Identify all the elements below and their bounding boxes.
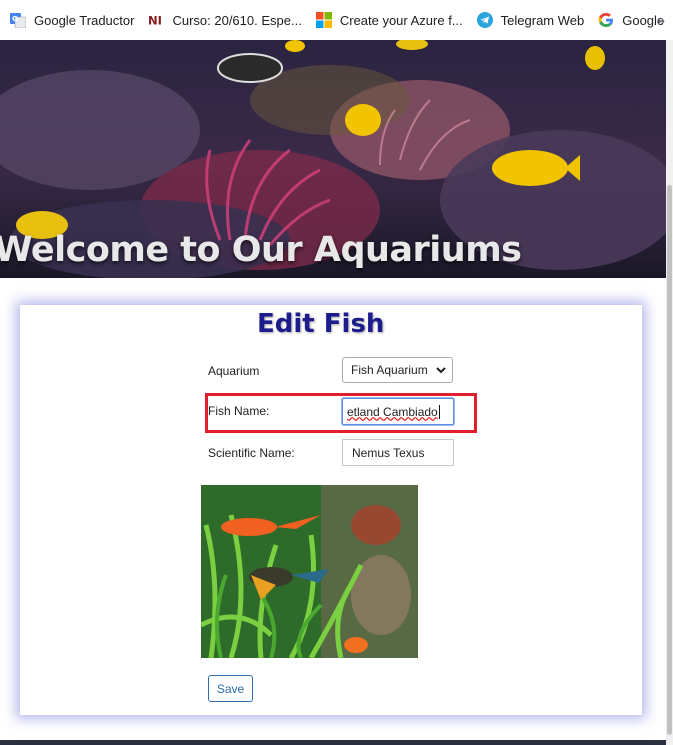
hero-banner: Welcome to Our Aquariums [0,40,666,278]
ni-logo-icon: NI [148,12,164,28]
aquarium-label: Aquarium [208,364,260,378]
svg-text:NI: NI [148,13,162,27]
page-title: Edit Fish [257,309,385,339]
telegram-icon [476,12,493,28]
bookmark-label: Curso: 20/610. Espe... [172,12,302,28]
chevron-down-icon [435,363,447,380]
save-button[interactable]: Save [208,675,253,702]
bookmark-google[interactable]: Google [598,12,664,28]
google-g-icon [598,12,614,28]
google-translate-icon: G [10,12,26,28]
svg-text:G: G [12,15,18,23]
bookmark-label: Telegram Web [500,12,585,28]
bookmark-google-traductor[interactable]: G Google Traductor [10,12,134,28]
edit-fish-card: Edit Fish Aquarium Fish Aquarium Fish Na… [20,305,642,715]
bookmark-label: Create your Azure f... [339,12,463,28]
scientific-name-value: Nemus Texus [352,445,425,460]
bookmarks-bar: G Google Traductor NI Curso: 20/610. Esp… [0,0,673,40]
bookmark-telegram[interactable]: Telegram Web [476,12,585,28]
more-bookmarks-chevron-icon[interactable]: » [657,12,665,28]
aquarium-select[interactable]: Fish Aquarium [342,357,453,383]
aquarium-select-value: Fish Aquarium [351,363,428,377]
highlight-annotation-box [205,393,477,433]
fish-image [201,485,418,658]
bottom-banner-strip [0,740,666,745]
bookmark-curso[interactable]: NI Curso: 20/610. Espe... [148,12,301,28]
scientific-name-label: Scientific Name: [208,446,295,460]
page-scrollbar-thumb[interactable] [667,185,672,735]
scientific-name-input[interactable]: Nemus Texus [342,439,454,466]
hero-title: Welcome to Our Aquariums [0,230,522,270]
microsoft-logo-icon [315,12,332,28]
bookmark-label: Google Traductor [34,12,135,28]
bookmark-azure[interactable]: Create your Azure f... [315,12,463,28]
